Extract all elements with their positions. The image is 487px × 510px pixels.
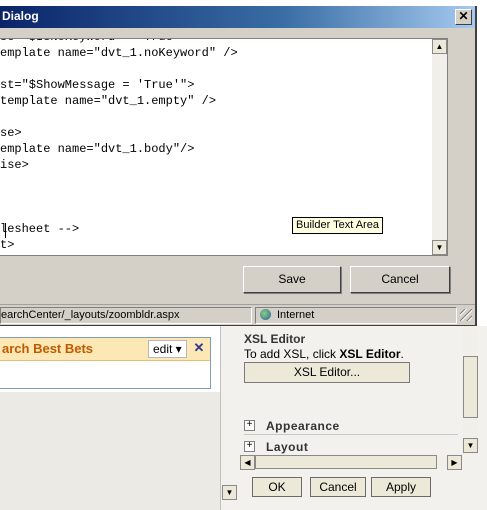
code-line: st="$ShowMessage = 'True'"> (0, 78, 195, 92)
status-zone: Internet (255, 307, 457, 324)
dialog-titlebar[interactable]: Dialog ✕ (0, 6, 475, 28)
dialog-title: Dialog (2, 9, 39, 23)
scroll-up-icon[interactable]: ▲ (432, 39, 447, 54)
tooltip: Builder Text Area (292, 217, 383, 234)
resize-grip-icon[interactable] (460, 309, 472, 321)
save-button[interactable]: Save (243, 266, 341, 293)
section-label: Layout (266, 440, 309, 454)
toolpane-vertical-scrollbar[interactable]: ▼ (463, 326, 478, 454)
code-line: lesheet --> (0, 222, 80, 236)
xsl-desc-bold: XSL Editor (339, 347, 401, 361)
xsl-editor-description: To add XSL, click XSL Editor. (244, 347, 404, 361)
apply-button[interactable]: Apply (371, 477, 431, 497)
page-footer-area (0, 392, 220, 510)
close-icon[interactable]: ✕ (192, 340, 206, 356)
xsl-desc-suffix: . (400, 347, 404, 361)
webpart-header: arch Best Bets edit ▾ ✕ (0, 338, 210, 361)
globe-icon (260, 309, 271, 320)
cancel-button[interactable]: Cancel (310, 477, 366, 497)
text-editor-dialog: Dialog ✕ se "$IsNoKeyword = 'True'"> emp… (0, 6, 477, 326)
search-best-bets-webpart: arch Best Bets edit ▾ ✕ (0, 337, 211, 389)
webpart-edit-menu[interactable]: edit ▾ (148, 340, 187, 358)
expand-icon[interactable]: + (244, 420, 255, 431)
code-line: t> (0, 238, 15, 252)
ok-button[interactable]: OK (252, 477, 302, 497)
status-bar: earchCenter/_layouts/zoombldr.aspx Inter… (0, 304, 475, 325)
tool-pane: XSL Editor To add XSL, click XSL Editor.… (237, 326, 463, 476)
section-label: Appearance (266, 419, 340, 433)
scroll-left-icon[interactable]: ◀ (240, 455, 255, 470)
code-line: emplate name="dvt_1.body"/> (0, 142, 195, 156)
toolpane-horizontal-scrollbar[interactable]: ◀ ▶ (240, 455, 462, 470)
close-icon[interactable]: ✕ (455, 9, 472, 25)
xsl-desc-prefix: To add XSL, click (244, 347, 340, 361)
webpart-title: arch Best Bets (2, 341, 94, 356)
text-caret (5, 223, 6, 238)
scrollbar-thumb[interactable] (255, 455, 437, 469)
zone-label: Internet (277, 309, 315, 321)
expand-icon[interactable]: + (244, 441, 255, 452)
code-line: emplate name="dvt_1.noKeyword" /> (0, 46, 238, 60)
code-line: se> (0, 126, 22, 140)
code-line: template name="dvt_1.empty" /> (0, 94, 217, 108)
editor-vertical-scrollbar[interactable]: ▲ ▼ (432, 39, 447, 255)
scroll-down-icon[interactable]: ▼ (432, 240, 447, 255)
scroll-right-icon[interactable]: ▶ (447, 455, 462, 470)
code-content: se "$IsNoKeyword = 'True'"> emplate name… (0, 39, 238, 253)
code-line: ise> (0, 158, 29, 172)
toolpane-footer: OK Cancel Apply (237, 476, 487, 510)
scroll-down-icon[interactable]: ▼ (463, 438, 478, 453)
status-url: earchCenter/_layouts/zoombldr.aspx (0, 307, 252, 324)
scroll-down-icon[interactable]: ▼ (222, 485, 237, 500)
xsl-editor-heading: XSL Editor (244, 332, 306, 346)
scrollbar-thumb[interactable] (463, 356, 478, 418)
toolpane-separator: ▼ (220, 326, 238, 510)
cancel-button[interactable]: Cancel (350, 266, 450, 293)
xsl-editor-button[interactable]: XSL Editor... (244, 362, 410, 383)
code-line: se "$IsNoKeyword = 'True'"> (0, 39, 194, 44)
section-divider (244, 434, 458, 435)
